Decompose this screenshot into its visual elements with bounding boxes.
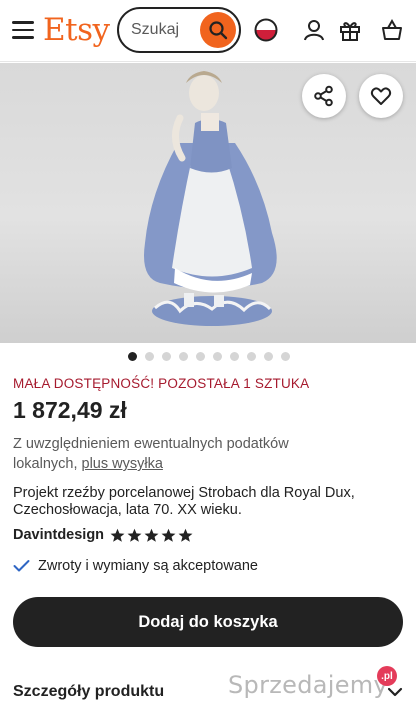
menu-icon[interactable]: [12, 21, 34, 39]
gift-icon[interactable]: [336, 16, 364, 44]
returns-policy: Zwroty i wymiany są akceptowane: [13, 558, 258, 574]
product-price: 1 872,49 zł: [13, 397, 127, 423]
pagination-dot[interactable]: [162, 352, 171, 361]
share-button[interactable]: [302, 74, 346, 118]
star-icon: [127, 528, 142, 542]
pagination-dot[interactable]: [247, 352, 256, 361]
star-icon: [178, 528, 193, 542]
top-header: Etsy: [0, 0, 416, 62]
low-stock-notice: MAŁA DOSTĘPNOŚĆ! POZOSTAŁA 1 SZTUKA: [13, 376, 310, 391]
check-icon: [13, 560, 30, 572]
rating-stars: [110, 528, 193, 543]
favorite-button[interactable]: [359, 74, 403, 118]
search-icon: [209, 21, 228, 40]
shop-name-link[interactable]: Davintdesign: [13, 527, 104, 543]
search-bar: [117, 7, 241, 53]
etsy-logo[interactable]: Etsy: [43, 12, 110, 48]
pagination-dot[interactable]: [264, 352, 273, 361]
pagination-dot[interactable]: [179, 352, 188, 361]
share-icon: [314, 85, 333, 107]
figurine-image: [144, 71, 277, 326]
product-image[interactable]: [0, 63, 416, 343]
pagination-dot[interactable]: [145, 352, 154, 361]
basket-icon[interactable]: [378, 16, 406, 44]
product-details-title: Szczegóły produktu: [13, 683, 165, 700]
pagination-dot[interactable]: [196, 352, 205, 361]
pagination-dot[interactable]: [128, 352, 137, 361]
watermark-badge: .pl: [377, 666, 397, 686]
add-to-cart-button[interactable]: Dodaj do koszyka: [13, 597, 403, 647]
image-pagination: [128, 352, 290, 361]
watermark-text: Sprzedajemy: [228, 671, 388, 699]
returns-text: Zwroty i wymiany są akceptowane: [38, 558, 258, 574]
star-icon: [144, 528, 159, 542]
shop-info: Davintdesign: [13, 527, 193, 543]
pagination-dot[interactable]: [281, 352, 290, 361]
pagination-dot[interactable]: [213, 352, 222, 361]
search-input[interactable]: [131, 17, 201, 43]
star-icon: [161, 528, 176, 542]
product-description: Projekt rzeźby porcelanowej Strobach dla…: [13, 485, 355, 518]
chevron-down-icon: [387, 687, 403, 697]
tax-note: Z uwzględnieniem ewentualnych podatków l…: [13, 434, 343, 474]
search-button[interactable]: [200, 12, 236, 48]
heart-icon: [370, 87, 392, 105]
account-icon[interactable]: [300, 16, 328, 44]
shipping-link[interactable]: plus wysyłka: [82, 456, 163, 472]
star-icon: [110, 528, 125, 542]
flag-icon[interactable]: [252, 16, 280, 44]
pagination-dot[interactable]: [230, 352, 239, 361]
